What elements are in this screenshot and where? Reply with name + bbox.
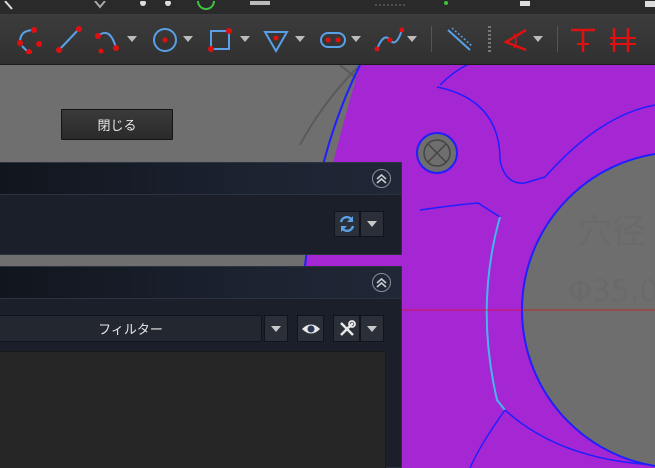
panel-header xyxy=(0,267,401,299)
chevron-down-icon[interactable] xyxy=(240,36,250,42)
polygon-icon xyxy=(263,31,289,53)
polygon-tool[interactable] xyxy=(262,22,305,56)
toolbar-grip xyxy=(488,26,491,52)
circle-icon xyxy=(153,28,177,52)
chevron-down-icon xyxy=(367,221,377,227)
slot-tool[interactable] xyxy=(318,22,361,56)
element-list[interactable] xyxy=(0,351,386,468)
sketch-viewport[interactable]: 穴径 Φ35.0 閉じる フィルター xyxy=(0,65,655,468)
filter-dropdown-button[interactable] xyxy=(264,315,288,342)
chevron-down-icon[interactable] xyxy=(295,36,305,42)
circle-tool[interactable] xyxy=(150,22,193,56)
arc-tool[interactable] xyxy=(14,22,44,56)
slot-icon xyxy=(320,32,346,48)
refresh-dropdown-button[interactable] xyxy=(360,211,384,237)
angle-constraint-icon xyxy=(503,28,527,52)
chevron-down-icon[interactable] xyxy=(533,36,543,42)
visibility-button[interactable] xyxy=(297,315,324,342)
line-tool[interactable] xyxy=(54,22,84,56)
chevron-down-icon[interactable] xyxy=(407,36,417,42)
construction-icon xyxy=(447,27,473,51)
bspline-icon xyxy=(374,27,404,52)
arc-icon xyxy=(17,27,42,54)
toolbar-separator xyxy=(557,26,558,52)
angle-constraint-tool[interactable] xyxy=(500,22,543,56)
toolbar-separator xyxy=(431,26,432,52)
horizontal-constraint-tool[interactable] xyxy=(608,22,638,56)
filter-select-label: フィルター xyxy=(98,323,163,338)
eye-icon xyxy=(301,324,320,333)
dimension-label-value: Φ35.0 xyxy=(568,274,655,309)
rectangle-icon xyxy=(208,28,232,52)
refresh-icon xyxy=(339,215,355,233)
collapse-icon[interactable] xyxy=(372,273,391,292)
tools-dropdown-button[interactable] xyxy=(360,315,384,342)
horizontal-constraint-icon xyxy=(610,28,636,52)
task-panel-1 xyxy=(0,162,402,255)
vertical-constraint-tool[interactable] xyxy=(568,22,598,56)
wrench-screwdriver-icon xyxy=(339,319,356,336)
rectangle-tool[interactable] xyxy=(207,22,250,56)
top-toolbar-strip xyxy=(0,0,655,14)
construction-toggle-tool[interactable] xyxy=(444,22,474,56)
tools-button[interactable] xyxy=(333,315,360,342)
panel-header xyxy=(0,163,401,195)
collapse-icon[interactable] xyxy=(372,169,391,188)
chevron-down-icon xyxy=(367,325,377,332)
line-icon xyxy=(56,26,82,53)
task-panel-2: フィルター xyxy=(0,266,402,468)
chevron-down-icon[interactable] xyxy=(127,36,137,42)
chevron-down-icon[interactable] xyxy=(183,36,193,42)
vertical-constraint-icon xyxy=(571,28,595,52)
refresh-button[interactable] xyxy=(334,211,360,237)
chevron-down-icon[interactable] xyxy=(351,36,361,42)
bspline-tool[interactable] xyxy=(374,22,417,56)
close-button[interactable]: 閉じる xyxy=(61,109,173,140)
filter-select[interactable]: フィルター xyxy=(0,315,262,342)
arc-3point-icon xyxy=(95,32,119,54)
sketch-toolbar xyxy=(0,14,655,65)
arc-3point-tool[interactable] xyxy=(94,22,137,56)
chevron-down-icon xyxy=(271,325,281,332)
dimension-label-title: 穴径 xyxy=(578,212,646,252)
